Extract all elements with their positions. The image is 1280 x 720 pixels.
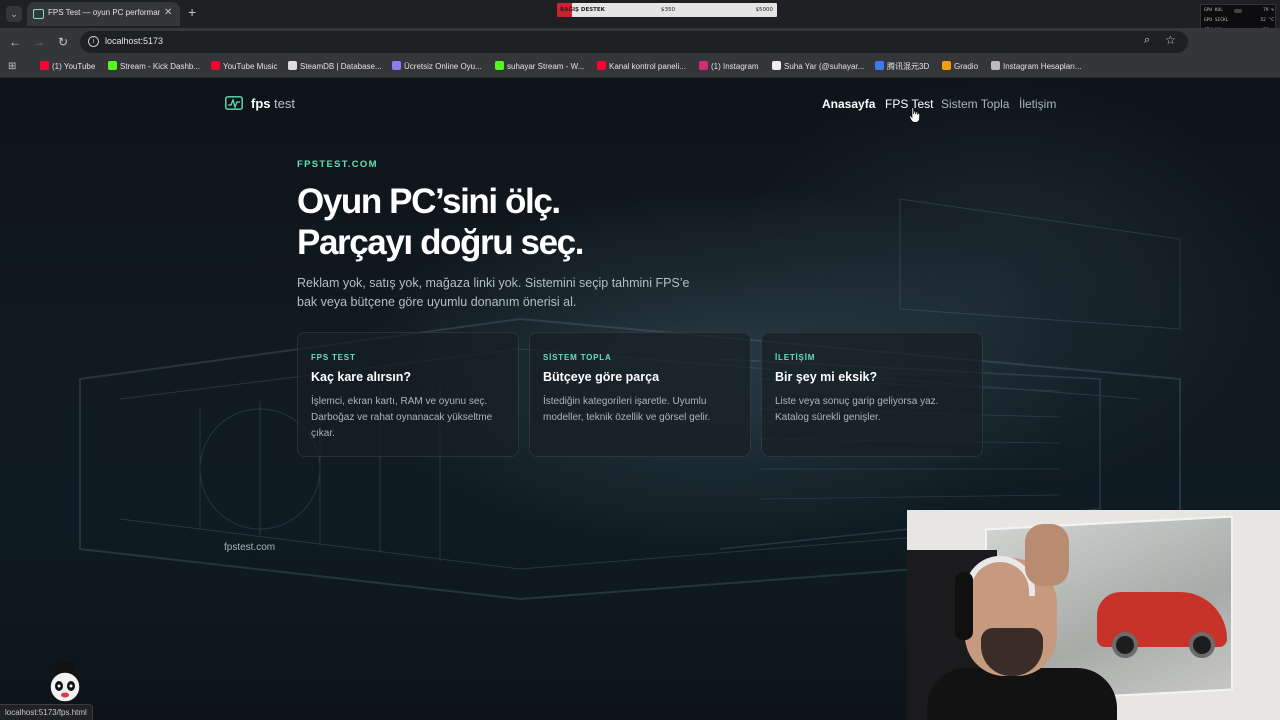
steamdb-icon bbox=[288, 61, 297, 70]
tab-title: FPS Test — oyun PC performan bbox=[48, 8, 160, 17]
bookmark-item[interactable]: Kanal kontrol paneli... bbox=[597, 61, 686, 73]
donation-current: $350 bbox=[661, 7, 675, 13]
tab-strip: ⌄ FPS Test — oyun PC performan ✕ + BAĞIŞ… bbox=[0, 0, 1280, 48]
webcam-overlay bbox=[907, 510, 1280, 720]
card-title: Bütçeye göre parça bbox=[543, 370, 660, 384]
card-system-build[interactable]: SİSTEM TOPLA Bütçeye göre parça İstediği… bbox=[529, 332, 751, 457]
link-status-bar: localhost:5173/fps.html bbox=[0, 704, 93, 720]
back-arrow-icon[interactable]: ← bbox=[7, 34, 23, 50]
reload-icon[interactable]: ↻ bbox=[55, 34, 71, 50]
card-title: Kaç kare alırsın? bbox=[311, 370, 412, 384]
poster-car-wheel bbox=[1112, 632, 1138, 658]
bookmark-label: Stream - Kick Dashb... bbox=[120, 62, 201, 71]
logo-text-secondary: test bbox=[274, 96, 295, 111]
globe-icon bbox=[991, 61, 1000, 70]
sysmon-label: GPU SICKL bbox=[1204, 18, 1229, 23]
bookmark-item[interactable]: Instagram Hesapları... bbox=[991, 61, 1082, 73]
site-info-icon[interactable]: i bbox=[88, 36, 99, 47]
nav-link-home[interactable]: Anasayfa bbox=[822, 97, 875, 111]
bookmark-label: (1) Instagram bbox=[711, 62, 759, 71]
pulse-monitor-icon bbox=[225, 96, 243, 110]
bookmark-item[interactable]: Stream - Kick Dashb... bbox=[108, 61, 200, 73]
bookmark-item[interactable]: SteamDB | Database... bbox=[288, 61, 382, 73]
bookmark-star-icon[interactable]: ☆ bbox=[1165, 33, 1176, 47]
poster-car-wheel bbox=[1189, 632, 1215, 658]
instagram-icon bbox=[699, 61, 708, 70]
footer-domain: fpstest.com bbox=[224, 542, 276, 553]
sysmon-label: GPU KUL bbox=[1204, 8, 1223, 13]
tiktok-icon bbox=[772, 61, 781, 70]
kick-icon bbox=[495, 61, 504, 70]
tab-close-icon[interactable]: ✕ bbox=[164, 7, 172, 18]
bookmark-label: Suha Yar (@suhayar... bbox=[784, 62, 865, 71]
bookmark-label: (1) YouTube bbox=[52, 62, 96, 71]
apps-grid-icon[interactable]: ⊞ bbox=[8, 61, 19, 72]
sysmon-value: 79 % bbox=[1263, 8, 1274, 13]
forward-arrow-icon[interactable]: → bbox=[31, 34, 47, 50]
youtube-music-icon bbox=[211, 61, 220, 70]
sysmon-value: 52 °C bbox=[1260, 18, 1274, 23]
address-url[interactable]: localhost:5173 bbox=[105, 36, 163, 46]
bookmark-item[interactable]: Gradio bbox=[942, 61, 978, 73]
bookmark-label: 腾讯混元3D bbox=[887, 62, 930, 71]
bookmark-item[interactable]: suhayar Stream - W... bbox=[495, 61, 584, 73]
bookmark-label: Gradio bbox=[954, 62, 979, 71]
streamer-hand bbox=[1025, 524, 1069, 586]
browser-tab-active[interactable]: FPS Test — oyun PC performan ✕ bbox=[27, 2, 180, 26]
donation-label: BAĞIŞ DESTEK bbox=[560, 7, 605, 13]
card-contact[interactable]: İLETİŞİM Bir şey mi eksik? Liste veya so… bbox=[761, 332, 983, 457]
bookmarks-bar: ⊞ (1) YouTube Stream - Kick Dashb... You… bbox=[0, 56, 1280, 78]
youtube-icon bbox=[597, 61, 606, 70]
nav-link-contact[interactable]: İletişim bbox=[1019, 97, 1056, 111]
bookmark-item[interactable]: YouTube Music bbox=[211, 61, 278, 73]
card-text: İşlemci, ekran kartı, RAM ve oyunu seç. … bbox=[311, 396, 493, 439]
bookmark-label: Instagram Hesapları... bbox=[1003, 62, 1082, 71]
youtube-icon bbox=[40, 61, 49, 70]
card-kicker: SİSTEM TOPLA bbox=[543, 353, 612, 362]
address-bar[interactable]: i localhost:5173 ⌕ ☆ bbox=[80, 31, 1188, 53]
tab-search-chevron-icon[interactable]: ⌄ bbox=[6, 6, 22, 22]
streamer-body bbox=[927, 668, 1117, 720]
hero-description: Reklam yok, satış yok, mağaza linki yok.… bbox=[297, 276, 690, 309]
sysmon-row: GPU KUL 79 % bbox=[1204, 8, 1274, 15]
donation-goal: $5000 bbox=[755, 7, 774, 13]
donation-goal-bar: BAĞIŞ DESTEK $350 $5000 bbox=[557, 3, 777, 17]
panda-mascot-icon bbox=[49, 662, 81, 703]
bookmark-item[interactable]: Ücretsiz Online Oyu... bbox=[392, 61, 482, 73]
nav-link-system-build[interactable]: Sistem Topla bbox=[941, 97, 1009, 111]
gradio-icon bbox=[942, 61, 951, 70]
kick-icon bbox=[108, 61, 117, 70]
bookmark-item[interactable]: (1) Instagram bbox=[699, 61, 759, 73]
logo-text-primary: fps bbox=[251, 96, 271, 111]
card-kicker: İLETİŞİM bbox=[775, 353, 816, 362]
bookmark-label: YouTube Music bbox=[223, 62, 278, 71]
hero-title-line-2: Parçayı doğru seç. bbox=[297, 223, 584, 262]
card-text: Liste veya sonuç garip geliyorsa yaz. Ka… bbox=[775, 396, 939, 423]
sysmon-row: GPU SICKL 52 °C bbox=[1204, 18, 1274, 25]
new-tab-button[interactable]: + bbox=[188, 5, 196, 19]
card-fps-test[interactable]: FPS TEST Kaç kare alırsın? İşlemci, ekra… bbox=[297, 332, 519, 457]
hunyuan-icon bbox=[875, 61, 884, 70]
hand-cursor-icon bbox=[909, 107, 920, 123]
hero-title-line-1: Oyun PC’sini ölç. bbox=[297, 182, 561, 221]
card-text: İstediğin kategorileri işaretle. Uyumlu … bbox=[543, 396, 711, 423]
tab-favicon-icon bbox=[33, 9, 44, 19]
hero-eyebrow: FPSTEST.COM bbox=[297, 159, 378, 170]
bookmark-item[interactable]: 腾讯混元3D bbox=[875, 61, 929, 73]
bookmark-label: Ücretsiz Online Oyu... bbox=[404, 62, 482, 71]
card-title: Bir şey mi eksik? bbox=[775, 370, 878, 384]
bookmark-label: SteamDB | Database... bbox=[300, 62, 382, 71]
card-kicker: FPS TEST bbox=[311, 353, 356, 362]
bookmark-item[interactable]: Suha Yar (@suhayar... bbox=[772, 61, 864, 73]
bookmark-item[interactable]: (1) YouTube bbox=[40, 61, 95, 73]
game-site-icon bbox=[392, 61, 401, 70]
zoom-icon[interactable]: ⌕ bbox=[1144, 34, 1150, 47]
bookmark-label: suhayar Stream - W... bbox=[507, 62, 585, 71]
hero-title: Oyun PC’sini ölç. Parçayı doğru seç. bbox=[297, 181, 584, 263]
browser-toolbar: ← → ↻ i localhost:5173 ⌕ ☆ bbox=[0, 28, 1280, 56]
headset-earcup bbox=[955, 572, 973, 640]
bookmark-label: Kanal kontrol paneli... bbox=[609, 62, 686, 71]
